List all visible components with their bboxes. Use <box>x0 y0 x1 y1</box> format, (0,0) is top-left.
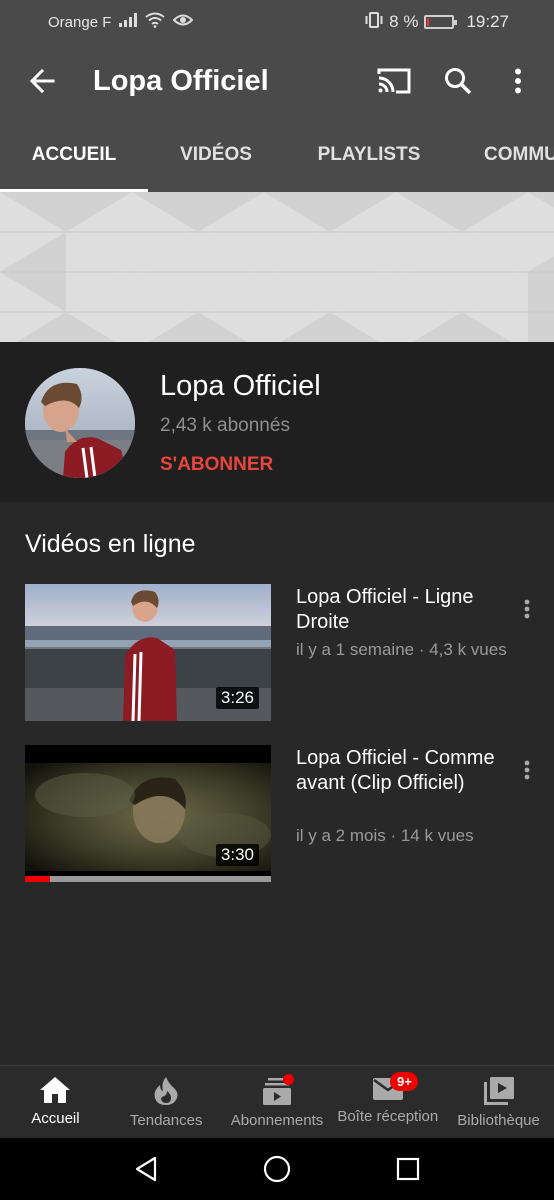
nav-accueil[interactable]: Accueil <box>0 1066 111 1138</box>
more-vertical-icon <box>524 760 530 780</box>
video-more-button[interactable] <box>512 755 542 785</box>
signal-icon <box>119 13 138 31</box>
nav-label: Bibliothèque <box>457 1112 540 1129</box>
battery-percent: 8 % <box>389 12 419 31</box>
square-recents-icon <box>397 1157 420 1181</box>
app-bar: Lopa Officiel <box>0 44 554 118</box>
video-meta: il y a 2 mois · 14 k vues <box>296 826 474 845</box>
bottom-navigation: Accueil Tendances Abonnements 9+ Boîte r… <box>0 1065 554 1138</box>
subscriber-count: 2,43 k abonnés <box>160 415 290 436</box>
video-title[interactable]: Lopa Officiel - Comme avant (Clip Offici… <box>296 746 501 796</box>
back-button[interactable] <box>0 44 84 118</box>
system-recents-button[interactable] <box>388 1149 428 1189</box>
eye-icon <box>172 13 194 31</box>
nav-label: Tendances <box>129 1112 203 1129</box>
home-icon <box>40 1077 71 1103</box>
video-thumbnail[interactable]: 3:30 <box>25 745 271 882</box>
channel-tabs: ACCUEIL VIDÉOS PLAYLISTS COMMU <box>0 118 554 192</box>
tab-playlists[interactable]: PLAYLISTS <box>284 118 454 192</box>
video-meta: il y a 1 semaine · 4,3 k vues <box>296 640 507 659</box>
video-title[interactable]: Lopa Officiel - Ligne Droite <box>296 585 501 635</box>
channel-banner <box>0 192 554 342</box>
nav-boite-reception[interactable]: 9+ Boîte réception <box>332 1066 443 1138</box>
library-icon <box>483 1077 514 1105</box>
watch-progress-bar <box>25 876 271 882</box>
notification-badge: 9+ <box>390 1072 419 1091</box>
search-button[interactable] <box>426 44 490 118</box>
app-title: Lopa Officiel <box>93 64 269 97</box>
more-vertical-icon <box>515 68 521 94</box>
more-vertical-icon <box>524 599 530 619</box>
more-options-button[interactable] <box>490 44 546 118</box>
watch-progress-fill <box>25 876 50 882</box>
new-content-dot <box>282 1074 294 1085</box>
channel-name: Lopa Officiel <box>160 370 321 402</box>
vibrate-icon <box>365 11 383 33</box>
tab-accueil[interactable]: ACCUEIL <box>0 118 148 192</box>
video-duration: 3:30 <box>215 844 259 866</box>
triangle-back-icon <box>135 1156 156 1182</box>
battery-icon <box>424 15 458 29</box>
video-thumbnail[interactable]: 3:26 <box>25 584 271 721</box>
channel-header: Lopa Officiel 2,43 k abonnés S'ABONNER <box>0 342 554 502</box>
system-home-button[interactable] <box>257 1149 297 1189</box>
tab-communaute[interactable]: COMMU <box>454 118 554 192</box>
video-item[interactable]: 3:30 Lopa Officiel - Comme avant (Clip O… <box>0 745 554 885</box>
wifi-icon <box>145 12 165 32</box>
nav-label: Accueil <box>31 1110 80 1127</box>
nav-abonnements[interactable]: Abonnements <box>222 1066 333 1138</box>
system-back-button[interactable] <box>126 1149 166 1189</box>
cast-button[interactable] <box>362 44 426 118</box>
status-bar: Orange F 8 % 19:27 <box>0 0 554 44</box>
channel-avatar[interactable] <box>25 368 135 478</box>
cast-icon <box>377 68 411 94</box>
nav-label: Abonnements <box>230 1112 324 1129</box>
carrier-name: Orange F <box>48 13 112 31</box>
circle-home-icon <box>263 1155 291 1183</box>
battery-fill <box>427 18 430 26</box>
flame-icon <box>154 1077 178 1105</box>
nav-tendances[interactable]: Tendances <box>111 1066 222 1138</box>
nav-label: Boîte réception <box>337 1108 439 1125</box>
video-more-button[interactable] <box>512 594 542 624</box>
back-arrow-icon <box>29 68 55 94</box>
search-icon <box>445 68 472 95</box>
subscribe-button[interactable]: S'ABONNER <box>160 454 273 476</box>
video-item[interactable]: 3:26 Lopa Officiel - Ligne Droite il y a… <box>0 584 554 724</box>
section-title: Vidéos en ligne <box>25 530 196 558</box>
video-duration: 3:26 <box>215 687 259 709</box>
system-navigation <box>0 1138 554 1200</box>
nav-bibliotheque[interactable]: Bibliothèque <box>443 1066 554 1138</box>
clock: 19:27 <box>466 12 509 31</box>
tab-videos[interactable]: VIDÉOS <box>148 118 284 192</box>
